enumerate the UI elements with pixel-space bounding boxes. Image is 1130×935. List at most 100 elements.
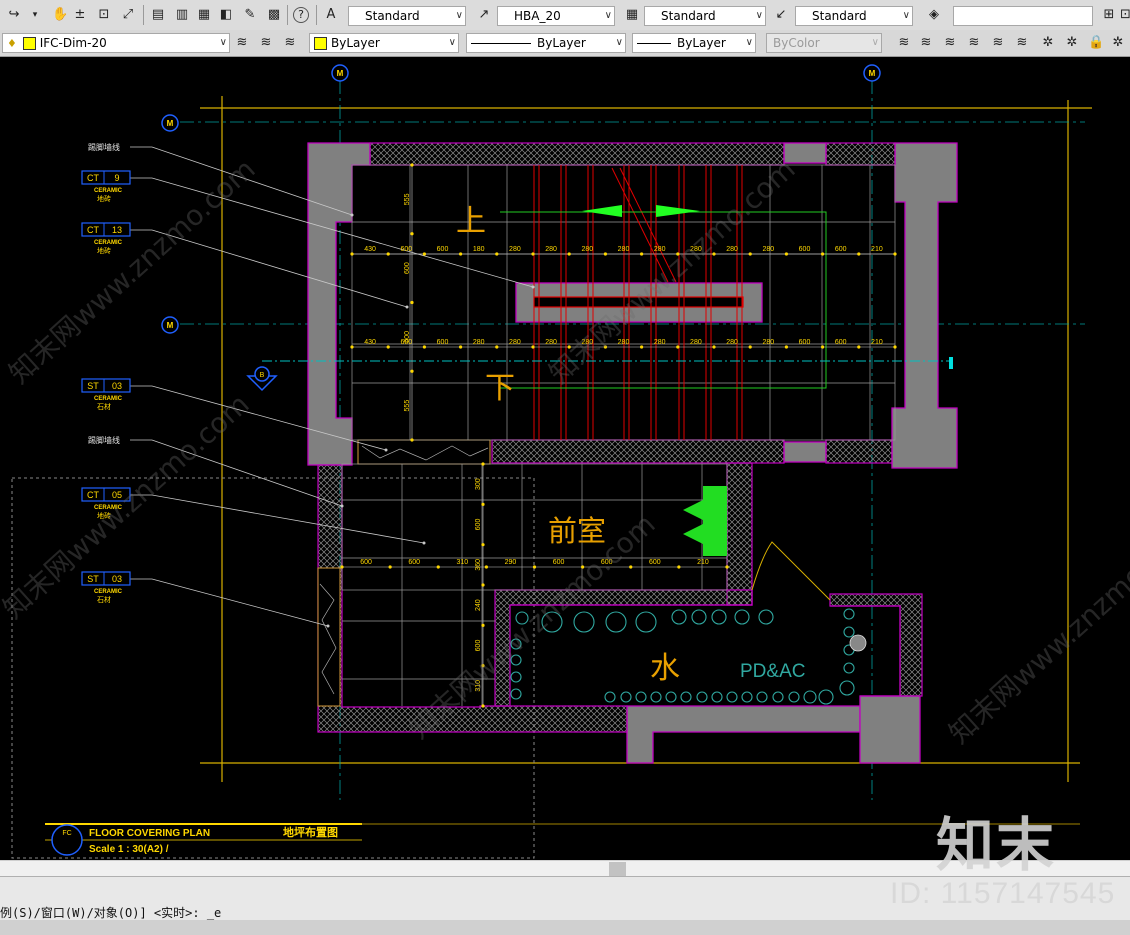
layer-freeze-icon[interactable]: ✲ [1040, 35, 1056, 51]
dimension-tick [748, 345, 752, 349]
axis-label: M [167, 321, 174, 330]
material-tag-number: 03 [112, 381, 122, 391]
multileader-style-select[interactable]: Standard ∨ [795, 6, 913, 26]
linetype-value: ByLayer [537, 36, 586, 50]
layer-states-icon[interactable]: ≋ [282, 35, 298, 51]
dimension-tick [725, 565, 729, 569]
dim-style-select[interactable]: HBA_20 ∨ [497, 6, 615, 26]
dimension-tick [784, 345, 789, 349]
layer-unlock-icon[interactable]: ✲ [1110, 35, 1126, 51]
dimension-tick [821, 252, 825, 256]
dimension-label: 600 [404, 331, 411, 343]
layer-tool-5-icon[interactable]: ≋ [990, 35, 1006, 51]
redo-icon[interactable]: ↪ [6, 7, 22, 23]
dimension-label: 280 [545, 339, 557, 346]
layer-tool-3-icon[interactable]: ≋ [942, 35, 958, 51]
dim-style-icon[interactable]: ↗ [476, 7, 492, 23]
layer-tool-icon[interactable]: ◈ [926, 7, 942, 23]
dimension-label: 210 [697, 559, 709, 566]
green-fixture [683, 486, 727, 556]
room-label-down: 下 [485, 371, 515, 406]
plotstyle-value: ByColor [773, 36, 820, 50]
properties-icon[interactable]: ▤ [150, 7, 166, 23]
dimension-tick [531, 252, 535, 256]
layer-previous-icon[interactable]: ≋ [258, 35, 274, 51]
design-center-icon[interactable]: ▥ [174, 7, 190, 23]
material-tag-type: CERAMIC [94, 589, 123, 595]
multileader-style-icon[interactable]: ↙ [773, 7, 789, 23]
text-style-icon[interactable]: A [323, 7, 339, 23]
add-icon[interactable]: ⊞ [1101, 7, 1117, 23]
dimension-tick [677, 565, 681, 569]
color-select[interactable]: ByLayer ∨ [309, 33, 459, 53]
dimension-label: 600 [437, 246, 449, 253]
help-icon[interactable]: ? [293, 7, 309, 23]
dimension-tick [640, 345, 644, 349]
dimension-tick [640, 252, 644, 256]
axis-label: M [337, 69, 344, 78]
dimension-tick [676, 345, 680, 349]
layer-tool-2-icon[interactable]: ≋ [918, 35, 934, 51]
table-style-icon[interactable]: ▦ [624, 7, 640, 23]
dimension-tick [495, 345, 499, 349]
drawing-canvas[interactable]: M M M M B 上 下 前室 水 PD&AC 踢脚墙线 CT 9 CERAM… [0, 57, 1130, 860]
layer-off-icon[interactable]: ✲ [1064, 35, 1080, 51]
dimension-tick [481, 502, 485, 506]
watermark-id: ID: 1157147545 [890, 877, 1116, 910]
linetype-select[interactable]: ByLayer ∨ [466, 33, 626, 53]
dimension-label: 600 [799, 246, 811, 253]
lineweight-select[interactable]: ByLayer ∨ [632, 33, 756, 53]
table-style-select[interactable]: Standard ∨ [644, 6, 766, 26]
scrollbar-thumb[interactable] [609, 862, 626, 876]
layer-tool-6-icon[interactable]: ≋ [1014, 35, 1030, 51]
dimension-tick [410, 163, 414, 167]
section-mark: B [246, 357, 953, 392]
leader-dots [326, 213, 535, 628]
text-style-select[interactable]: Standard ∨ [348, 6, 466, 26]
layer-tool-4-icon[interactable]: ≋ [966, 35, 982, 51]
dimension-label: 280 [545, 246, 557, 253]
title-cn: 地坪布置图 [283, 825, 338, 839]
material-tag-number: 13 [112, 225, 122, 235]
dimension-label: 180 [473, 246, 485, 253]
quickcalc-icon[interactable]: ▩ [266, 7, 282, 23]
material-tag-code: CT [87, 490, 99, 500]
zoom-previous-icon[interactable]: ⤢ [120, 7, 136, 23]
redo-dropdown-icon[interactable]: ▾ [30, 7, 40, 23]
layer-tool-1-icon[interactable]: ≋ [896, 35, 912, 51]
dimension-tick [567, 252, 571, 256]
dimension-label: 280 [726, 339, 738, 346]
layer-color-swatch [22, 37, 36, 50]
dimension-strings: 430 600 600 180 280 280 280 280 280 280 280 280 600 6… [340, 163, 897, 708]
dimension-label: 555 [404, 400, 411, 412]
more-icon[interactable]: ⊡ [1120, 7, 1130, 23]
zoom-realtime-icon[interactable]: ± [72, 7, 88, 23]
search-input[interactable] [953, 6, 1093, 26]
chevron-down-icon: ∨ [455, 10, 463, 21]
material-tag-material: 地砖 [97, 194, 111, 203]
dim-style-value: HBA_20 [514, 9, 561, 23]
markup-icon[interactable]: ✎ [242, 7, 258, 23]
dimension-tick [481, 704, 485, 708]
chevron-down-icon: ∨ [448, 37, 456, 48]
color-value: ByLayer [331, 36, 380, 50]
make-current-layer-icon[interactable]: ≋ [234, 35, 250, 51]
dimension-label: 600 [475, 519, 482, 531]
multileader-style-value: Standard [812, 9, 867, 23]
shaft-label: PD&AC [740, 661, 805, 682]
color-swatch [314, 37, 327, 50]
tool-palettes-icon[interactable]: ▦ [196, 7, 212, 23]
sheet-set-icon[interactable]: ◧ [218, 7, 234, 23]
floor-plan-drawing: M M M M B 上 下 前室 水 PD&AC 踢脚墙线CT 9CERAMIC… [0, 64, 1130, 859]
chevron-down-icon: ∨ [902, 10, 910, 21]
layer-lock-icon[interactable]: 🔒 [1088, 35, 1104, 51]
dimension-tick [481, 623, 485, 627]
zoom-window-icon[interactable]: ⊡ [96, 7, 112, 23]
dimension-label: 240 [475, 599, 482, 611]
hatched-walls [317, 142, 923, 733]
pan-icon[interactable]: ✋ [52, 7, 68, 23]
dimension-tick [350, 345, 354, 349]
dimension-label: 280 [762, 246, 774, 253]
dimension-label: 555 [404, 193, 411, 205]
layer-select[interactable]: ♦ IFC-Dim-20 ∨ [2, 33, 230, 53]
